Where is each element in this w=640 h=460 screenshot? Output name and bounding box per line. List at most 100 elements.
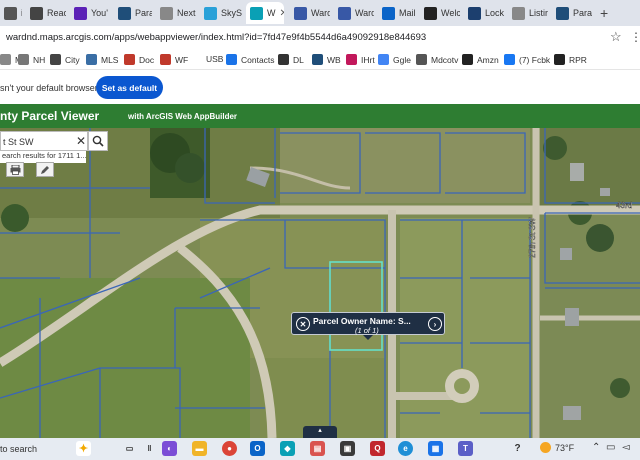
bookmark-item[interactable]: IHrt <box>346 54 375 65</box>
bookmark-item[interactable]: WB <box>312 54 341 65</box>
browser-tab[interactable]: You' <box>70 2 110 24</box>
bookmark-item[interactable]: Amzn <box>462 54 499 65</box>
tab-label: Welc <box>441 8 460 18</box>
terminal-icon[interactable]: ▣ <box>340 441 355 456</box>
menu-icon[interactable]: ⋮ <box>630 30 640 44</box>
lock-icon <box>468 6 481 20</box>
browser-tab[interactable]: Para <box>114 2 152 24</box>
bookmark-label: RPR <box>569 54 587 65</box>
browser-tab[interactable]: Ward <box>290 2 330 24</box>
close-tab-icon[interactable]: ✕ <box>280 8 285 19</box>
network-icon[interactable]: ▭ <box>606 442 615 453</box>
search-input[interactable] <box>1 134 73 149</box>
browser-tab[interactable]: Next <box>156 2 196 24</box>
aerial-imagery: 27th St SW 43rd <box>0 128 640 438</box>
outlook-icon <box>382 6 395 20</box>
expand-panel-button[interactable]: ▴ <box>303 426 337 438</box>
map-view[interactable]: 27th St SW 43rd <box>0 128 640 438</box>
bookmark-item[interactable]: (7) Fcbk <box>504 54 550 65</box>
taskbar-search[interactable]: to search <box>0 444 37 454</box>
browser-tab[interactable]: Listir <box>508 2 548 24</box>
url-field[interactable]: wardnd.maps.arcgis.com/apps/webappviewer… <box>6 32 426 43</box>
volume-icon[interactable]: ◅ <box>622 442 630 453</box>
edge-icon[interactable]: e <box>398 441 413 456</box>
search-button[interactable] <box>88 131 108 151</box>
infobar-text: sn't your default browser <box>0 83 98 93</box>
bookmark-item[interactable]: MLS <box>86 54 118 65</box>
bookmark-label: WF <box>175 54 189 65</box>
page-icon <box>160 6 173 20</box>
new-tab-icon[interactable]: + <box>600 5 608 21</box>
app-header: nty Parcel Viewer with ArcGIS Web AppBui… <box>0 104 640 128</box>
browser-tab[interactable]: Welc <box>420 2 460 24</box>
tab-label: Ward <box>355 8 374 18</box>
browser-tab[interactable]: SkyS <box>200 2 242 24</box>
bookmark-star-icon[interactable]: ☆ <box>610 29 622 45</box>
store-icon[interactable]: ▦ <box>428 441 443 456</box>
chrome-icon[interactable]: ● <box>222 441 237 456</box>
close-icon[interactable]: ✕ <box>296 317 310 331</box>
bookmark-label: IHrt <box>361 54 375 65</box>
bookmark-label: City <box>65 54 80 65</box>
bookmark-item[interactable]: WF <box>160 54 188 65</box>
facebook-icon <box>504 54 515 65</box>
app-q-icon[interactable]: Q <box>370 441 385 456</box>
clear-search-icon[interactable]: ✕ <box>76 134 86 148</box>
bookmark-item[interactable]: Mdcotv <box>416 54 458 65</box>
contacts-icon <box>226 54 237 65</box>
search-icon <box>92 135 104 147</box>
browser-tab[interactable]: Reac <box>26 2 66 24</box>
wf-icon <box>160 54 171 65</box>
widgets-icon[interactable]: ‖ <box>142 441 157 456</box>
taskbar: to search ✦ ▭ ‖ ◐ ▬ ● O ◆ ▤ ▣ Q e ▦ T ? … <box>0 438 640 460</box>
teams-icon[interactable]: T <box>458 441 473 456</box>
bookmark-item[interactable]: Doc <box>124 54 154 65</box>
tab-label: Next <box>177 8 196 18</box>
print-tool-button[interactable] <box>6 162 24 177</box>
nh-icon <box>18 54 29 65</box>
bookmark-label: Contacts <box>241 54 275 65</box>
tray-chevron-up-icon[interactable]: ⌃ <box>592 442 600 453</box>
browser-tab[interactable]: Ward <box>334 2 374 24</box>
bookmark-item[interactable]: City <box>50 54 80 65</box>
parcel-icon <box>118 6 131 20</box>
bookmark-label: Mdcotv <box>431 54 459 65</box>
copilot-sparkle-icon[interactable]: ✦ <box>76 441 91 456</box>
next-feature-icon[interactable]: › <box>428 317 442 331</box>
bookmarks-bar: MNHCityMLSDocWFUSBContactsDLWBIHrtGgleMd… <box>0 50 640 70</box>
bookmark-item[interactable]: NH <box>18 54 45 65</box>
address-bar-row: wardnd.maps.arcgis.com/apps/webappviewer… <box>0 26 640 50</box>
bookmark-item[interactable]: USB <box>206 54 223 64</box>
set-default-button[interactable]: Set as default <box>96 76 163 99</box>
help-icon[interactable]: ? <box>510 441 525 456</box>
pdf-app-icon[interactable]: ▤ <box>310 441 325 456</box>
draw-tool-button[interactable] <box>36 162 54 177</box>
browser-tab[interactable]: Mail <box>378 2 416 24</box>
app-title: nty Parcel Viewer <box>0 109 100 123</box>
bookmark-label: WB <box>327 54 341 65</box>
bookmark-item[interactable]: DL <box>278 54 304 65</box>
outlook-icon[interactable]: O <box>250 441 265 456</box>
browser-tab[interactable]: W ✕ <box>246 2 284 24</box>
task-view-icon[interactable]: ▭ <box>122 441 137 456</box>
tab-label: iew <box>21 8 22 18</box>
parcel-popup[interactable]: ✕ Parcel Owner Name: S... (1 of 1) › <box>291 312 445 340</box>
arcgis-app-icon[interactable]: ◆ <box>280 441 295 456</box>
copilot-icon[interactable]: ◐ <box>162 441 177 456</box>
bookmark-item[interactable]: RPR <box>554 54 587 65</box>
sun-icon <box>540 442 551 453</box>
tab-label: Reac <box>47 8 66 18</box>
pencil-icon <box>41 165 49 174</box>
bookmark-item[interactable]: Ggle <box>378 54 411 65</box>
tab-strip: iewReacYou'ParaNextSkySW✕WardWardMailWel… <box>0 0 640 26</box>
bookmark-label: Ggle <box>393 54 411 65</box>
popup-title: Parcel Owner Name: S... <box>313 316 411 326</box>
weather-widget[interactable]: 73°F <box>540 442 574 453</box>
browser-tab[interactable]: iew <box>0 2 22 24</box>
file-explorer-icon[interactable]: ▬ <box>192 441 207 456</box>
browser-tab[interactable]: Para <box>552 2 592 24</box>
bookmark-item[interactable]: Contacts <box>226 54 275 65</box>
browser-tab[interactable]: Lock <box>464 2 504 24</box>
sky-icon <box>204 6 217 20</box>
tab-label: Mail <box>399 8 416 18</box>
